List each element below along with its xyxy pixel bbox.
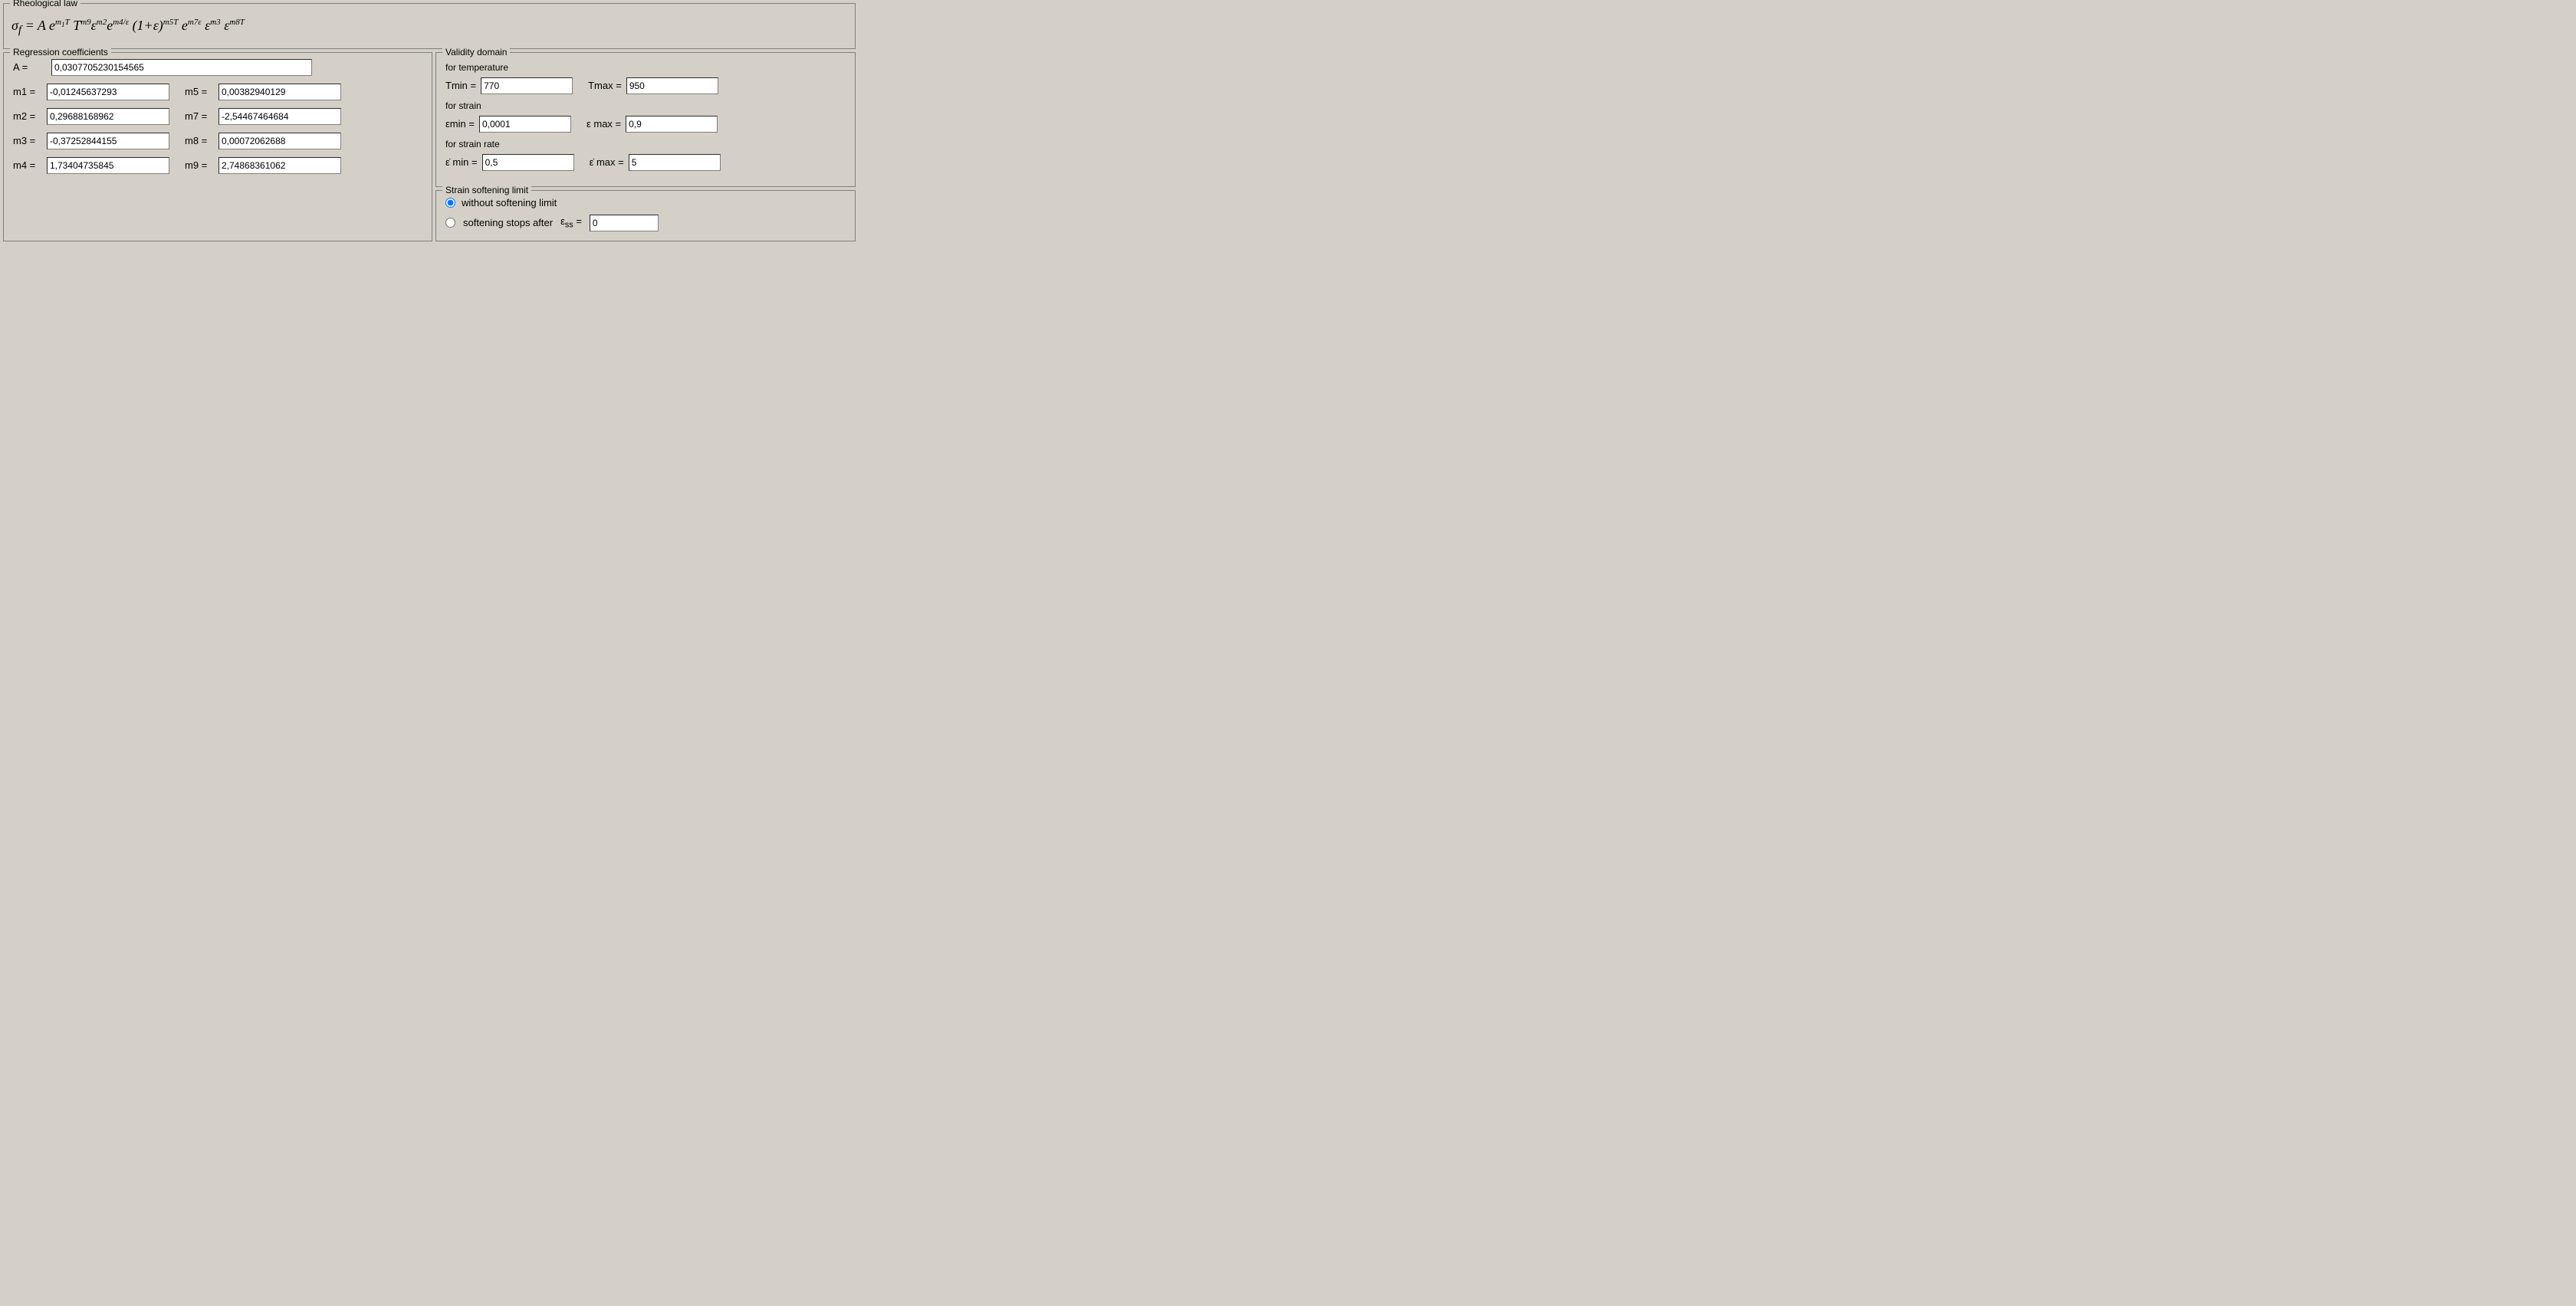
m7-label: m7 = bbox=[185, 110, 215, 122]
edot-min-label: ε̇ min = bbox=[445, 156, 478, 168]
edot-max-label: ε̇ max = bbox=[590, 156, 624, 168]
radio-row-1: without softening limit bbox=[445, 197, 846, 208]
tmax-item: Tmax = bbox=[588, 77, 718, 94]
emax-input[interactable] bbox=[626, 116, 718, 133]
strain-label: for strain bbox=[445, 100, 846, 111]
regression-title: Regression coefficients bbox=[10, 47, 111, 57]
tmin-item: Tmin = bbox=[445, 77, 573, 94]
rheological-section: Rheological law σf = A em1T Tm9εm2em4/ε … bbox=[3, 3, 856, 49]
m7-input[interactable] bbox=[219, 108, 341, 125]
m8-item: m8 = bbox=[185, 133, 341, 149]
m8-input[interactable] bbox=[219, 133, 341, 149]
emin-input[interactable] bbox=[479, 116, 571, 133]
rheological-title: Rheological law bbox=[10, 0, 80, 8]
tmax-label: Tmax = bbox=[588, 80, 622, 91]
emin-item: εmin = bbox=[445, 116, 571, 133]
coeff-pair-0: m1 = m5 = bbox=[13, 84, 422, 100]
coeff-pair-1: m2 = m7 = bbox=[13, 108, 422, 125]
m5-input[interactable] bbox=[219, 84, 341, 100]
edot-min-item: ε̇ min = bbox=[445, 154, 574, 171]
m5-label: m5 = bbox=[185, 86, 215, 97]
a-label: A = bbox=[13, 61, 51, 73]
m4-item: m4 = bbox=[13, 157, 169, 174]
emax-label: ε max = bbox=[586, 118, 621, 130]
outer-container: Rheological law σf = A em1T Tm9εm2em4/ε … bbox=[0, 0, 859, 244]
m1-input[interactable] bbox=[47, 84, 169, 100]
softening-stops-row: softening stops after εss = bbox=[445, 215, 846, 231]
m1-item: m1 = bbox=[13, 84, 169, 100]
strain-rate-row: ε̇ min = ε̇ max = bbox=[445, 154, 846, 171]
edot-min-input[interactable] bbox=[482, 154, 574, 171]
right-column: Validity domain for temperature Tmin = T… bbox=[435, 52, 856, 241]
validity-section: Validity domain for temperature Tmin = T… bbox=[435, 52, 856, 187]
formula-display: σf = A em1T Tm9εm2em4/ε (1+ε)m5T em7ε ε̇… bbox=[12, 15, 847, 41]
edot-max-item: ε̇ max = bbox=[590, 154, 721, 171]
m2-label: m2 = bbox=[13, 110, 44, 122]
m7-item: m7 = bbox=[185, 108, 341, 125]
without-softening-label: without softening limit bbox=[462, 197, 557, 208]
a-input[interactable] bbox=[51, 59, 312, 76]
m1-label: m1 = bbox=[13, 86, 44, 97]
coeff-pair-3: m4 = m9 = bbox=[13, 157, 422, 174]
validity-title: Validity domain bbox=[442, 47, 510, 57]
without-softening-radio[interactable] bbox=[445, 198, 455, 208]
strain-rate-label: for strain rate bbox=[445, 139, 846, 149]
main-columns: Regression coefficients A = m1 = m5 = bbox=[3, 52, 856, 241]
coeff-pair-2: m3 = m8 = bbox=[13, 133, 422, 149]
tmax-input[interactable] bbox=[626, 77, 718, 94]
m3-item: m3 = bbox=[13, 133, 169, 149]
temperature-row: Tmin = Tmax = bbox=[445, 77, 846, 94]
formula-text: σf = A em1T Tm9εm2em4/ε (1+ε)m5T em7ε ε̇… bbox=[12, 18, 245, 33]
m3-label: m3 = bbox=[13, 135, 44, 146]
a-coefficient-row: A = bbox=[13, 59, 422, 76]
strain-softening-section: Strain softening limit without softening… bbox=[435, 190, 856, 241]
m4-label: m4 = bbox=[13, 159, 44, 171]
tmin-label: Tmin = bbox=[445, 80, 476, 91]
emax-item: ε max = bbox=[586, 116, 718, 133]
m8-label: m8 = bbox=[185, 135, 215, 146]
m2-item: m2 = bbox=[13, 108, 169, 125]
m4-input[interactable] bbox=[47, 157, 169, 174]
ess-input[interactable] bbox=[590, 215, 659, 231]
temperature-label: for temperature bbox=[445, 62, 846, 73]
softening-stops-radio[interactable] bbox=[445, 218, 455, 228]
m5-item: m5 = bbox=[185, 84, 341, 100]
m9-input[interactable] bbox=[219, 157, 341, 174]
m3-input[interactable] bbox=[47, 133, 169, 149]
emin-label: εmin = bbox=[445, 118, 475, 130]
ess-label: εss = bbox=[560, 215, 582, 230]
edot-max-input[interactable] bbox=[629, 154, 721, 171]
strain-row: εmin = ε max = bbox=[445, 116, 846, 133]
regression-section: Regression coefficients A = m1 = m5 = bbox=[3, 52, 432, 241]
m9-item: m9 = bbox=[185, 157, 341, 174]
m2-input[interactable] bbox=[47, 108, 169, 125]
strain-softening-title: Strain softening limit bbox=[442, 185, 531, 195]
tmin-input[interactable] bbox=[481, 77, 573, 94]
m9-label: m9 = bbox=[185, 159, 215, 171]
softening-stops-label: softening stops after bbox=[463, 217, 553, 228]
